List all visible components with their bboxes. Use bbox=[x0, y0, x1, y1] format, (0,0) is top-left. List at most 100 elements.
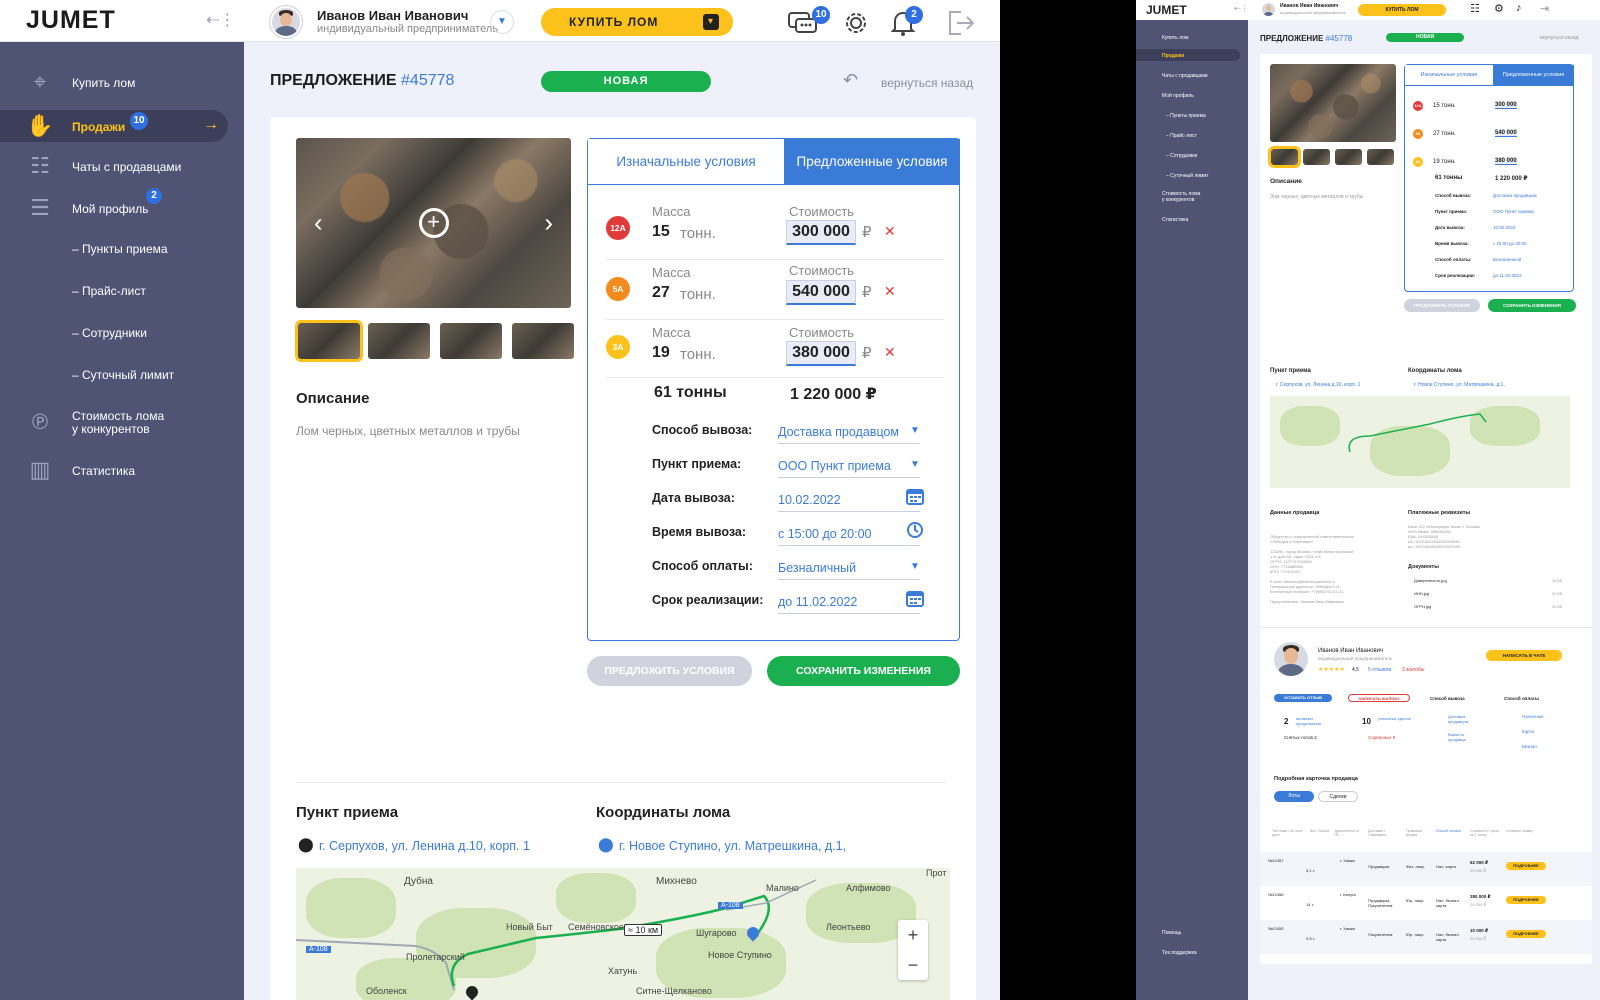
mini-reviews-link[interactable]: 5 отзывов bbox=[1368, 667, 1391, 673]
app-logo[interactable]: JUMET bbox=[26, 6, 116, 35]
mini-coords-address[interactable]: г. Новое Ступино, ул. Матрешкина, д.1, bbox=[1414, 382, 1505, 388]
mini-sidebar-item[interactable]: Стоимость лома у конкурентов bbox=[1162, 191, 1200, 203]
zoom-out-button[interactable]: − bbox=[898, 950, 928, 980]
mini-leave-review-button[interactable]: ОСТАВИТЬ ОТЗЫВ bbox=[1274, 694, 1332, 702]
mini-thumbnail[interactable] bbox=[1268, 146, 1301, 168]
mini-sidebar-item[interactable]: Мой профиль bbox=[1162, 93, 1194, 99]
mini-table-row[interactable]: №12457 3,1 т. г. Химки Продавцом Физ. ли… bbox=[1260, 852, 1592, 886]
mini-save-button[interactable]: СОХРАНИТЬ ИЗМЕНЕНИЯ bbox=[1488, 299, 1576, 312]
mini-write-complaint-button[interactable]: НАПИСАТЬ ЖАЛОБУ bbox=[1348, 694, 1410, 702]
mini-field-value[interactable]: Безналичный bbox=[1493, 257, 1521, 262]
prev-photo-icon[interactable]: ‹ bbox=[314, 208, 323, 239]
export-time-input[interactable]: с 15:00 до 20:00 bbox=[778, 527, 920, 546]
mini-user-avatar[interactable] bbox=[1262, 3, 1275, 16]
scrap-photo[interactable]: ‹ + › bbox=[296, 138, 571, 308]
mini-buy-scrap-button[interactable]: КУПИТЬ ЛОМ bbox=[1358, 4, 1446, 16]
mini-sidebar-subitem[interactable]: – Пункты приема bbox=[1166, 113, 1206, 119]
sidebar-item-statistics[interactable]: ▥ Статистика bbox=[0, 456, 244, 486]
propose-conditions-button[interactable]: ПРЕДЛОЖИТЬ УСЛОВИЯ bbox=[587, 656, 752, 686]
user-menu-chevron-icon[interactable]: ▼ bbox=[490, 10, 514, 34]
sidebar-subitem-reception-points[interactable]: – Пункты приема bbox=[72, 242, 168, 256]
route-map[interactable]: Дубна Михнево Малино Алфимово Прот Новый… bbox=[296, 868, 950, 1000]
mini-sidebar-subitem[interactable]: – Суточный лимит bbox=[1166, 173, 1209, 179]
back-arrow-icon[interactable]: ↶ bbox=[843, 70, 858, 91]
mini-details-button[interactable]: ПОДРОБНЕЕ bbox=[1506, 896, 1546, 904]
mini-help-link[interactable]: Помощь bbox=[1162, 930, 1181, 936]
sidebar-subitem-price-list[interactable]: – Прайс-лист bbox=[72, 284, 146, 298]
sidebar-subitem-daily-limit[interactable]: – Суточный лимит bbox=[72, 368, 174, 382]
zoom-icon[interactable]: + bbox=[418, 208, 449, 238]
collapse-sidebar-icon[interactable]: ⇠⋮ bbox=[206, 10, 235, 30]
calendar-icon[interactable] bbox=[906, 487, 924, 510]
mini-table-row[interactable]: №12456 14 т. г. Калуга Продавцом, Покупа… bbox=[1260, 886, 1592, 920]
price-input[interactable]: 380 000 bbox=[786, 341, 856, 366]
mini-route-map[interactable] bbox=[1270, 396, 1570, 488]
mini-field-value[interactable]: до 11.02.2022 bbox=[1493, 273, 1522, 278]
mini-tab-initial[interactable]: Изначальные условия bbox=[1405, 65, 1493, 86]
mini-sidebar-item[interactable]: Чаты с продавцами bbox=[1162, 73, 1208, 79]
clock-icon[interactable] bbox=[906, 521, 924, 544]
mini-logout-icon[interactable]: ⇥ bbox=[1540, 2, 1549, 15]
mini-sidebar-item[interactable]: Статистика bbox=[1162, 217, 1188, 223]
mini-deals-label[interactable]: успешных сделок bbox=[1378, 716, 1414, 721]
mini-scrap-photo[interactable] bbox=[1270, 64, 1396, 142]
mini-field-value[interactable]: 10.02.2022 bbox=[1493, 225, 1516, 230]
zoom-in-button[interactable]: + bbox=[898, 920, 928, 950]
realization-date-input[interactable]: до 11.02.2022 bbox=[778, 595, 920, 614]
sidebar-item-chats[interactable]: ☷ Чаты с продавцами bbox=[0, 152, 244, 182]
price-input[interactable]: 300 000 bbox=[786, 220, 856, 245]
chevron-down-icon[interactable]: ▼ bbox=[910, 425, 920, 436]
reception-address[interactable]: г. Серпухов, ул. Ленина д.10, корп. 1 bbox=[319, 839, 530, 853]
export-method-select[interactable]: Доставка продавцом bbox=[778, 425, 920, 444]
photo-thumbnail[interactable] bbox=[295, 320, 363, 362]
mini-price-input[interactable]: 380 000 bbox=[1495, 158, 1517, 165]
sidebar-item-buy-scrap[interactable]: ⌖ Купить лом bbox=[0, 68, 244, 98]
payment-method-select[interactable]: Безналичный bbox=[778, 561, 920, 580]
buy-scrap-button[interactable]: КУПИТЬ ЛОМ ▾ bbox=[541, 8, 733, 36]
chevron-down-icon[interactable]: ▼ bbox=[910, 459, 920, 470]
scrap-coordinates-address[interactable]: г. Новое Ступино, ул. Матрешкина, д.1, bbox=[619, 839, 846, 853]
export-date-input[interactable]: 10.02.2022 bbox=[778, 493, 920, 512]
mini-price-input[interactable]: 300 000 bbox=[1495, 102, 1517, 109]
mini-collapse-icon[interactable]: ⇠⋮ bbox=[1234, 4, 1249, 13]
sidebar-item-competitor-prices[interactable]: ℗ Стоимость лома у конкурентов bbox=[0, 406, 244, 436]
mini-complaints-link[interactable]: 2 жалобы bbox=[1402, 667, 1425, 673]
mini-active-label[interactable]: активных предложения bbox=[1296, 716, 1336, 726]
logout-icon[interactable] bbox=[946, 9, 976, 42]
mini-chat-icon[interactable]: ☷ bbox=[1470, 2, 1480, 15]
mini-field-value[interactable]: ООО Пункт приема bbox=[1493, 209, 1534, 214]
mini-thumbnail[interactable] bbox=[1303, 149, 1330, 165]
mini-thumbnail[interactable] bbox=[1335, 149, 1362, 165]
mini-document-link[interactable]: ОГРН.jpg bbox=[1414, 604, 1431, 609]
save-changes-button[interactable]: СОХРАНИТЬ ИЗМЕНЕНИЯ bbox=[767, 656, 960, 686]
mini-bell-icon[interactable]: ♪ bbox=[1516, 2, 1522, 14]
photo-thumbnail[interactable] bbox=[440, 323, 502, 359]
chevron-down-icon[interactable]: ▼ bbox=[910, 561, 920, 572]
calendar-icon[interactable] bbox=[906, 589, 924, 612]
mini-field-value[interactable]: Доставка продавцом bbox=[1493, 193, 1537, 198]
photo-thumbnail[interactable] bbox=[512, 323, 574, 359]
back-link[interactable]: вернуться назад bbox=[881, 76, 973, 90]
settings-gear-icon[interactable] bbox=[842, 9, 870, 42]
mini-document-link[interactable]: Доверенность.jpg bbox=[1414, 578, 1447, 583]
mini-sidebar-item[interactable]: Продажи bbox=[1162, 53, 1184, 59]
mini-gear-icon[interactable]: ⚙ bbox=[1494, 2, 1504, 15]
mini-tab-deals[interactable]: Сделки bbox=[1318, 791, 1358, 802]
mini-write-chat-button[interactable]: НАПИСАТЬ В ЧАТЕ bbox=[1486, 650, 1562, 661]
delete-row-icon[interactable]: ✕ bbox=[884, 223, 896, 240]
mini-tab-lots[interactable]: Лоты bbox=[1274, 791, 1314, 802]
sidebar-item-profile[interactable]: ☰ Мой профиль 2 bbox=[0, 188, 244, 224]
mini-sidebar-subitem[interactable]: – Сотрудники bbox=[1166, 153, 1197, 159]
mini-reception-address[interactable]: г. Серпухов, ул. Ленина д.10, корп. 1 bbox=[1276, 382, 1360, 388]
mini-details-button[interactable]: ПОДРОБНЕЕ bbox=[1506, 930, 1546, 938]
mini-table-header[interactable]: Способ оплаты bbox=[1436, 829, 1464, 833]
reception-point-select[interactable]: ООО Пункт приема bbox=[778, 459, 920, 478]
mini-thumbnail[interactable] bbox=[1367, 149, 1394, 165]
mini-field-value[interactable]: с 15:00 до 20:00 bbox=[1493, 241, 1527, 246]
mini-back-link[interactable]: вернуться назад bbox=[1540, 35, 1578, 41]
next-photo-icon[interactable]: › bbox=[544, 208, 553, 239]
price-input[interactable]: 540 000 bbox=[786, 280, 856, 305]
mini-sidebar-subitem[interactable]: – Прайс-лист bbox=[1166, 133, 1197, 139]
mini-support-link[interactable]: Тех.поддержка bbox=[1162, 950, 1197, 956]
mini-sidebar-item[interactable]: Купить лом bbox=[1162, 35, 1188, 41]
